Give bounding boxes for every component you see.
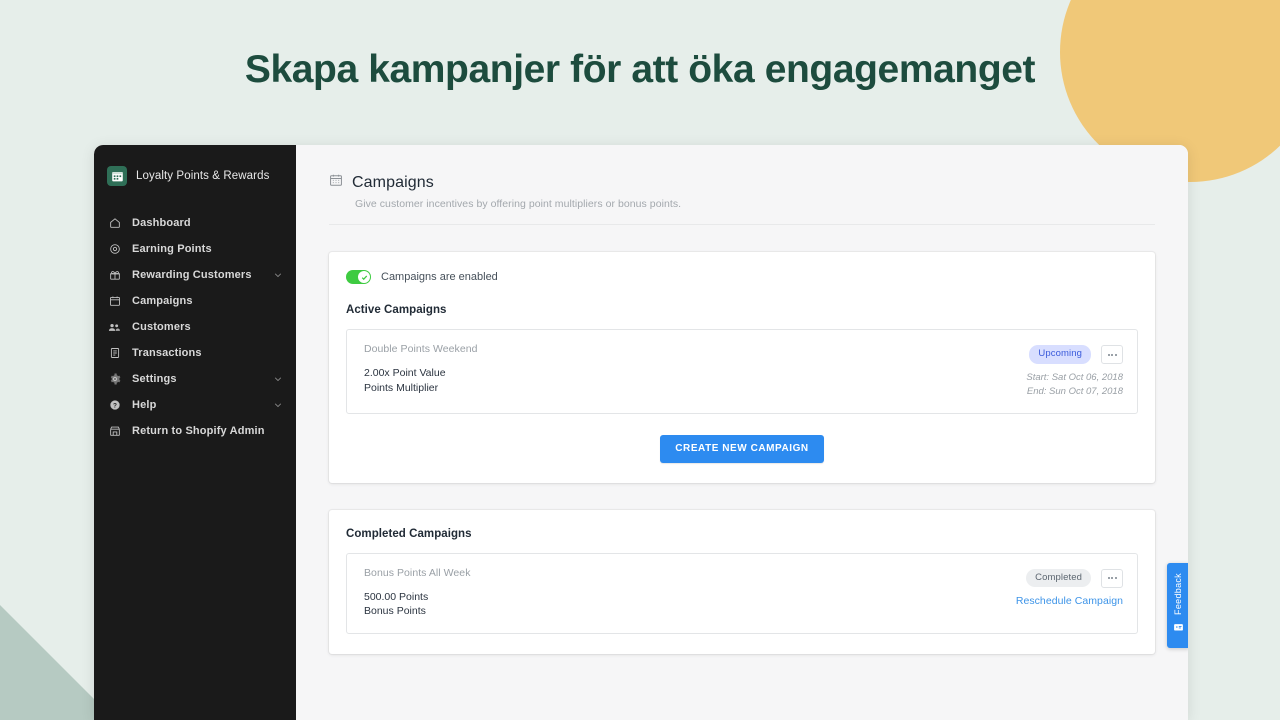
campaign-value: 500.00 Points [364, 590, 429, 603]
toggle-knob [358, 271, 370, 283]
campaign-start-date: Start: Sat Oct 06, 2018 [1026, 372, 1123, 383]
campaign-actions-button[interactable] [1101, 345, 1123, 364]
help-circle-icon: ? [107, 399, 122, 411]
calendar-app-logo-icon [107, 166, 127, 186]
campaigns-enabled-toggle[interactable] [346, 270, 371, 284]
completed-campaigns-panel: Completed Campaigns Bonus Points All Wee… [329, 509, 1155, 655]
campaign-type: Bonus Points [364, 605, 426, 618]
campaigns-enabled-row: Campaigns are enabled [346, 270, 1138, 284]
feedback-label: Feedback [1173, 572, 1183, 615]
campaign-details: 2.00x Point Value Points Multiplier [364, 366, 1026, 396]
feedback-tab[interactable]: Feedback [1167, 563, 1188, 648]
completed-campaigns-title: Completed Campaigns [346, 527, 472, 540]
sidebar-item-label: Customers [132, 321, 191, 333]
campaign-end-date: End: Sun Oct 07, 2018 [1026, 385, 1123, 397]
page-headline: Skapa kampanjer för att öka engagemanget [244, 48, 1036, 91]
campaign-info: Bonus Points All Week 500.00 Points Bonu… [364, 567, 1016, 620]
campaign-details: 500.00 Points Bonus Points [364, 590, 1016, 620]
dot [1111, 353, 1113, 356]
create-new-campaign-button[interactable]: CREATE NEW CAMPAIGN [660, 434, 824, 463]
active-campaigns-panel: Campaigns are enabled Active Campaigns D… [329, 252, 1155, 483]
campaign-type: Points Multiplier [364, 381, 439, 394]
calendar-icon [107, 295, 122, 307]
dot [1114, 577, 1117, 580]
campaign-dates: Start: Sat Oct 06, 2018 End: Sun Oct 07,… [1026, 371, 1123, 399]
campaign-name: Double Points Weekend [364, 343, 478, 355]
campaign-meta: Completed Reschedule Campaign [1016, 567, 1123, 620]
campaign-status-row: Upcoming [1029, 345, 1123, 364]
sidebar-item-label: Transactions [132, 347, 202, 359]
header-divider [329, 224, 1155, 225]
page-subtitle: Give customer incentives by offering poi… [355, 198, 682, 210]
page-title: Campaigns [352, 173, 434, 191]
app-window: Loyalty Points & Rewards Dashboard Earni… [94, 145, 1188, 720]
sidebar-item-earning-points[interactable]: Earning Points [94, 236, 296, 262]
receipt-icon [107, 347, 122, 359]
campaign-card-completed[interactable]: Bonus Points All Week 500.00 Points Bonu… [346, 552, 1138, 635]
target-icon [107, 243, 122, 255]
chevron-down-icon[interactable] [273, 374, 283, 384]
status-badge: Upcoming [1029, 345, 1091, 364]
sidebar-item-label: Earning Points [132, 243, 212, 255]
page-header: Campaigns [329, 173, 1155, 192]
chevron-down-icon[interactable] [273, 400, 283, 410]
store-icon [107, 425, 122, 437]
sidebar-item-transactions[interactable]: Transactions [94, 340, 296, 366]
chevron-down-icon[interactable] [273, 270, 283, 280]
dot [1107, 353, 1110, 356]
create-campaign-row: CREATE NEW CAMPAIGN [346, 434, 1138, 463]
dot [1111, 577, 1113, 580]
sidebar-item-return-to-shopify-admin[interactable]: Return to Shopify Admin [94, 418, 296, 444]
reschedule-campaign-link[interactable]: Reschedule Campaign [1016, 595, 1123, 607]
gear-icon [107, 373, 122, 385]
sidebar-item-label: Dashboard [132, 217, 191, 229]
sidebar-item-label: Help [132, 399, 157, 411]
brand: Loyalty Points & Rewards [94, 159, 296, 193]
people-icon [107, 321, 122, 334]
svg-text:?: ? [112, 403, 116, 410]
calendar-icon [329, 173, 343, 192]
main-content: Campaigns Give customer incentives by of… [296, 145, 1188, 720]
feedback-chat-icon [1173, 620, 1184, 638]
gift-icon [107, 269, 122, 281]
campaign-info: Double Points Weekend 2.00x Point Value … [364, 343, 1026, 399]
active-campaigns-title: Active Campaigns [346, 304, 447, 316]
campaign-name: Bonus Points All Week [364, 566, 471, 579]
sidebar-item-rewarding-customers[interactable]: Rewarding Customers [94, 262, 296, 288]
sidebar-item-label: Rewarding Customers [132, 269, 252, 281]
campaign-value: 2.00x Point Value [364, 367, 446, 379]
dot [1107, 577, 1110, 580]
sidebar-item-label: Campaigns [132, 295, 193, 307]
sidebar-item-customers[interactable]: Customers [94, 314, 296, 340]
home-icon [107, 217, 122, 229]
campaign-status-row: Completed [1026, 568, 1123, 588]
brand-name: Loyalty Points & Rewards [136, 170, 270, 182]
campaign-actions-button[interactable] [1101, 568, 1123, 588]
campaign-meta: Upcoming Start: Sat Oct 06, 2018 End: Su… [1026, 343, 1123, 399]
sidebar-item-help[interactable]: ? Help [94, 392, 296, 418]
status-badge: Completed [1026, 568, 1091, 588]
sidebar-item-label: Return to Shopify Admin [132, 425, 265, 437]
sidebar-item-label: Settings [132, 373, 177, 385]
sidebar-item-campaigns[interactable]: Campaigns [94, 288, 296, 314]
sidebar-item-dashboard[interactable]: Dashboard [94, 210, 296, 236]
sidebar-item-settings[interactable]: Settings [94, 366, 296, 392]
sidebar: Loyalty Points & Rewards Dashboard Earni… [94, 145, 296, 720]
campaign-card-active[interactable]: Double Points Weekend 2.00x Point Value … [346, 329, 1138, 414]
dot [1114, 353, 1117, 356]
campaigns-enabled-label: Campaigns are enabled [381, 271, 498, 283]
